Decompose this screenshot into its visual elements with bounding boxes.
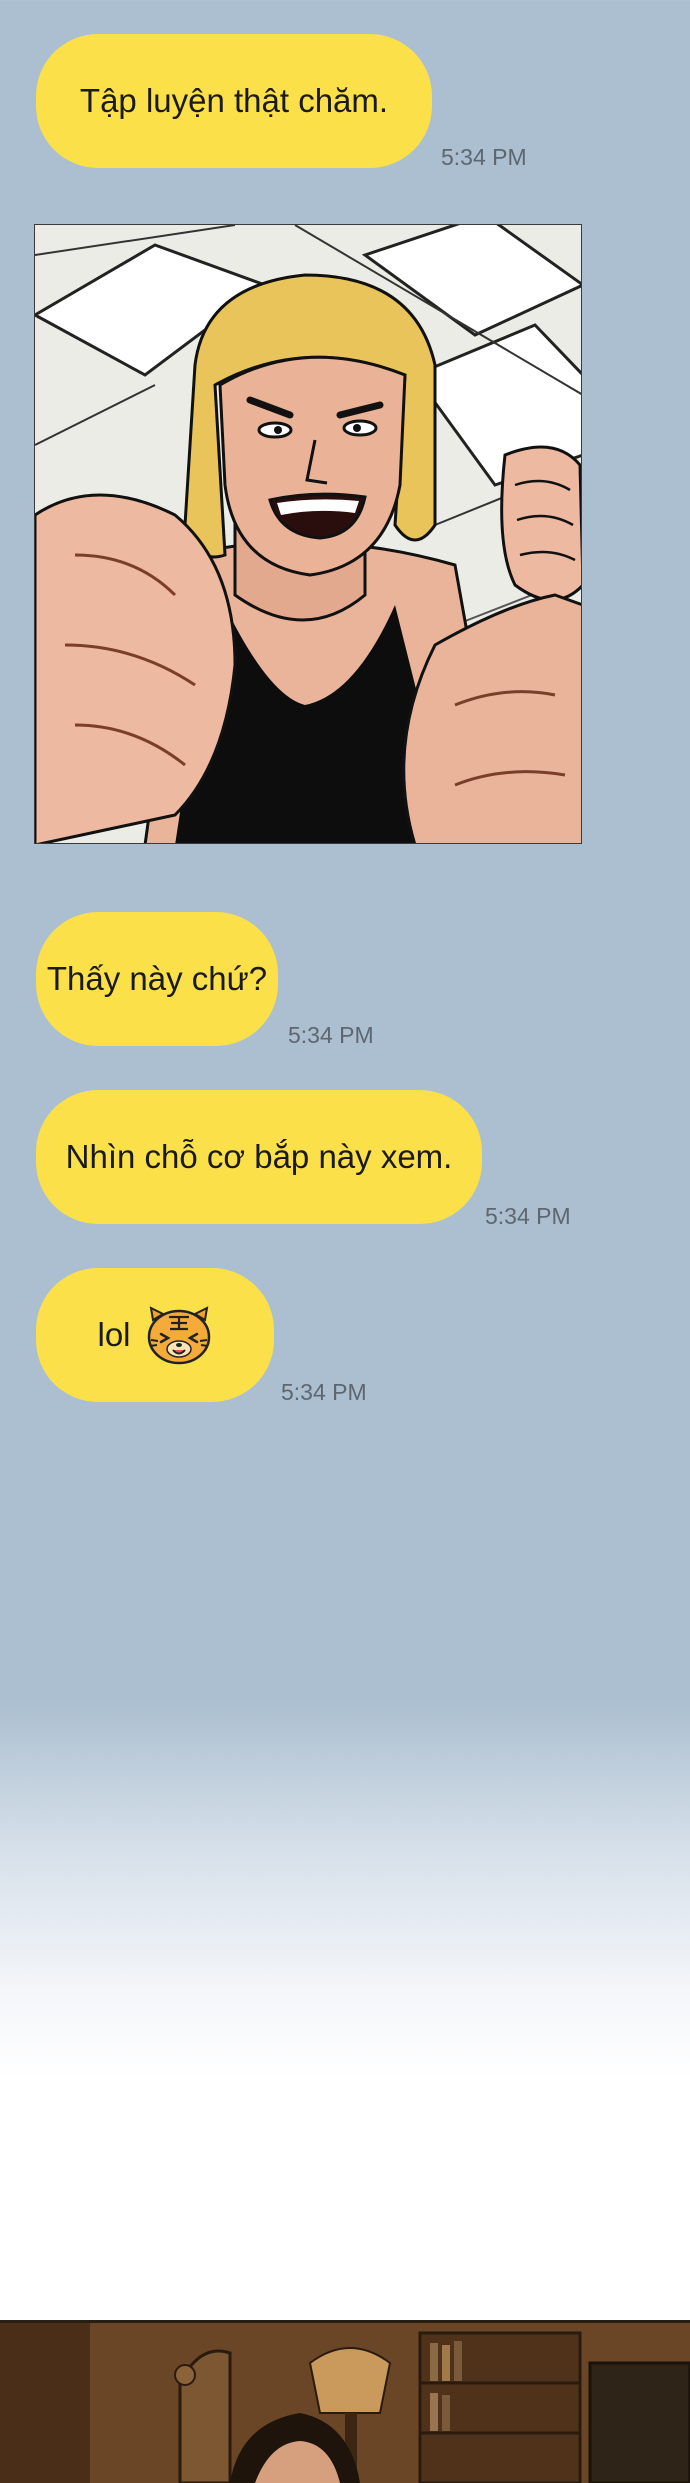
next-panel-image (0, 2320, 690, 2483)
bedroom-illustration (0, 2323, 690, 2483)
message-bubble-2[interactable]: Thấy này chứ? (36, 912, 278, 1046)
message-timestamp-1: 5:34 PM (441, 144, 527, 170)
message-bubble-4[interactable]: lol (36, 1268, 274, 1402)
message-text-2: Thấy này chứ? (46, 960, 268, 997)
message-text-4: lol (97, 1316, 131, 1353)
tiger-emoji-icon (147, 1306, 210, 1365)
shared-image[interactable] (34, 224, 582, 844)
message-bubble-1[interactable]: Tập luyện thật chăm. (36, 34, 432, 168)
message-timestamp-2: 5:34 PM (288, 1022, 374, 1048)
muscle-man-illustration (35, 225, 581, 843)
message-timestamp-4: 5:34 PM (281, 1379, 367, 1405)
message-timestamp-3: 5:34 PM (485, 1203, 571, 1229)
message-bubble-3[interactable]: Nhìn chỗ cơ bắp này xem. (36, 1090, 482, 1224)
message-text-1: Tập luyện thật chăm. (79, 82, 389, 119)
message-text-3: Nhìn chỗ cơ bắp này xem. (65, 1138, 453, 1175)
